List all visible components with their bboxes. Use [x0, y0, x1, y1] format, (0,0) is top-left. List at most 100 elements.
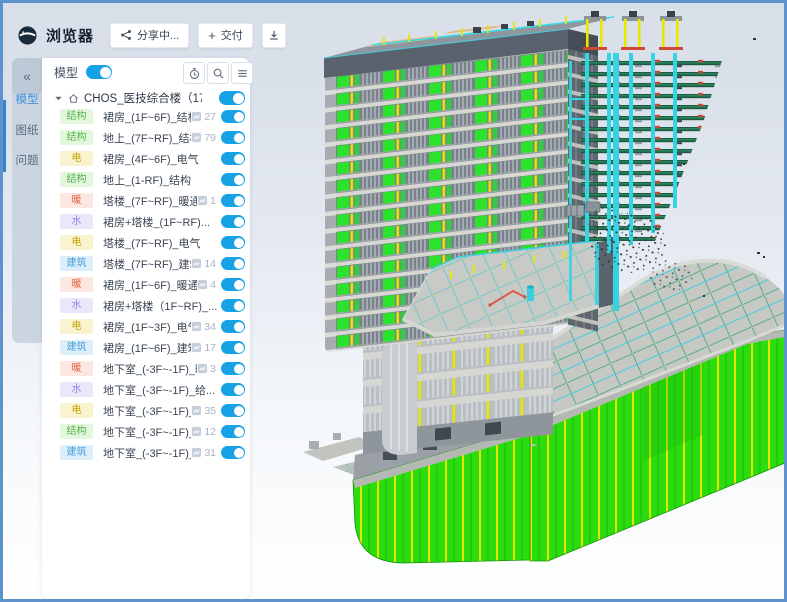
- drawing-icon: [191, 321, 202, 332]
- discipline-tag: 建筑: [60, 340, 93, 355]
- drawing-count-badge: 4: [197, 279, 216, 291]
- drawing-icon: [191, 426, 202, 437]
- model-name: 裙房_(1F~3F)_电气: [103, 319, 191, 335]
- visibility-toggle[interactable]: [221, 425, 245, 438]
- drawing-count-badge: 3: [197, 363, 216, 375]
- tab-model[interactable]: 模型: [12, 93, 42, 107]
- visibility-toggle[interactable]: [221, 299, 245, 312]
- visibility-toggle[interactable]: [221, 173, 245, 186]
- model-list-item[interactable]: 电地下室_(-3F~-1F)_电气35: [42, 400, 250, 421]
- visibility-toggle[interactable]: [221, 194, 245, 207]
- drawing-count-badge: 27: [191, 111, 216, 123]
- model-list-item[interactable]: 结构地上_(1-RF)_结构: [42, 169, 250, 190]
- drawing-count-badge: 12: [191, 426, 216, 438]
- drawing-icon: [191, 132, 202, 143]
- collapse-panel-button[interactable]: «: [12, 58, 42, 94]
- models-master-toggle[interactable]: [86, 65, 112, 79]
- discipline-tag: 建筑: [60, 256, 93, 271]
- model-list-item[interactable]: 暖裙房_(1F~6F)_暖通4: [42, 274, 250, 295]
- tab-drawings[interactable]: 图纸: [12, 124, 42, 138]
- visibility-toggle[interactable]: [221, 152, 245, 165]
- visibility-toggle[interactable]: [221, 320, 245, 333]
- tab-issues[interactable]: 问题: [12, 154, 42, 168]
- drawing-count-badge: 31: [191, 447, 216, 459]
- drawing-count-badge: 1: [197, 195, 216, 207]
- model-list-item[interactable]: 结构地上_(7F~RF)_结构...79: [42, 127, 250, 148]
- drawing-count-badge: 14: [191, 258, 216, 270]
- model-list-item[interactable]: 电裙房_(4F~6F)_电气: [42, 148, 250, 169]
- home-icon: [67, 92, 80, 105]
- discipline-tag: 结构: [60, 109, 93, 124]
- model-name: 裙房_(4F~6F)_电气: [103, 151, 221, 167]
- model-name: 塔楼_(7F~RF)_建筑: [103, 256, 191, 272]
- download-icon: [268, 29, 280, 41]
- left-tab-strip: « 模型 图纸 问题: [12, 58, 42, 343]
- plus-icon: +: [208, 29, 216, 42]
- deliver-button[interactable]: + 交付: [198, 23, 253, 48]
- drawing-icon: [191, 258, 202, 269]
- discipline-tag: 暖: [60, 193, 93, 208]
- model-name: 裙房+塔楼_(1F~RF)...: [103, 214, 221, 230]
- discipline-tag: 电: [60, 319, 93, 334]
- history-button[interactable]: [183, 62, 205, 84]
- page-title: 浏览器: [46, 25, 94, 46]
- drawing-icon: [197, 363, 208, 374]
- download-button[interactable]: [262, 23, 286, 48]
- drawing-icon: [191, 447, 202, 458]
- model-list-item[interactable]: 水裙房+塔楼_(1F~RF)...: [42, 211, 250, 232]
- model-list-item[interactable]: 电裙房_(1F~3F)_电气34: [42, 316, 250, 337]
- model-list-item[interactable]: 电塔楼_(7F~RF)_电气: [42, 232, 250, 253]
- discipline-tag: 暖: [60, 361, 93, 376]
- root-model-name: CHOS_医技综合楼（17...: [84, 90, 202, 106]
- visibility-toggle[interactable]: [221, 257, 245, 270]
- list-menu-button[interactable]: [231, 62, 253, 84]
- model-list-item[interactable]: 建筑塔楼_(7F~RF)_建筑14: [42, 253, 250, 274]
- model-list-item[interactable]: 结构地下室_(-3F~-1F)_结构12: [42, 421, 250, 442]
- visibility-toggle[interactable]: [221, 278, 245, 291]
- discipline-tag: 建筑: [60, 445, 93, 460]
- model-name: 裙房_(1F~6F)_结构...: [103, 109, 191, 125]
- history-icon: [188, 67, 201, 80]
- discipline-tag: 水: [60, 382, 93, 397]
- model-tree-root[interactable]: CHOS_医技综合楼（17...: [42, 88, 250, 108]
- model-name: 地下室_(-3F~-1F)_给...: [103, 382, 221, 398]
- model-list-item[interactable]: 水地下室_(-3F~-1F)_给...: [42, 379, 250, 400]
- model-list-item[interactable]: 结构裙房_(1F~6F)_结构...27: [42, 106, 250, 127]
- visibility-toggle[interactable]: [221, 110, 245, 123]
- visibility-toggle[interactable]: [221, 362, 245, 375]
- discipline-tag: 结构: [60, 424, 93, 439]
- visibility-toggle[interactable]: [221, 404, 245, 417]
- drawing-icon: [191, 342, 202, 353]
- app-window: 浏览器 分享中... + 交付 « 模型 图纸 问题 模型: [0, 0, 787, 602]
- model-name: 裙房_(1F~6F)_暖通: [103, 277, 197, 293]
- visibility-toggle[interactable]: [221, 215, 245, 228]
- discipline-tag: 电: [60, 151, 93, 166]
- discipline-tag: 结构: [60, 130, 93, 145]
- caret-down-icon[interactable]: [54, 94, 63, 103]
- visibility-toggle[interactable]: [221, 131, 245, 144]
- search-button[interactable]: [207, 62, 229, 84]
- model-list-item[interactable]: 水裙房+塔楼（1F~RF)_...: [42, 295, 250, 316]
- model-list-item[interactable]: 暖塔楼_(7F~RF)_暖通1: [42, 190, 250, 211]
- model-list-item[interactable]: 建筑裙房_(1F~6F)_建筑17: [42, 337, 250, 358]
- model-name: 裙房+塔楼（1F~RF)_...: [103, 298, 221, 314]
- visibility-toggle[interactable]: [221, 383, 245, 396]
- model-3d-canvas[interactable]: [248, 3, 787, 602]
- drawing-icon: [197, 195, 208, 206]
- share-button[interactable]: 分享中...: [110, 23, 189, 48]
- drawing-icon: [191, 111, 202, 122]
- visibility-toggle[interactable]: [221, 341, 245, 354]
- model-list-item[interactable]: 建筑地下室_(-3F~-1F)_建筑31: [42, 442, 250, 463]
- left-edge-accent: [3, 100, 6, 172]
- visibility-toggle[interactable]: [221, 236, 245, 249]
- root-visibility-toggle[interactable]: [219, 91, 245, 105]
- model-name: 地下室_(-3F~-1F)_暖通: [103, 361, 197, 377]
- discipline-tag: 暖: [60, 277, 93, 292]
- panel-header: 模型: [42, 58, 250, 86]
- model-panel: 模型: [42, 58, 250, 599]
- visibility-toggle[interactable]: [221, 446, 245, 459]
- model-name: 地下室_(-3F~-1F)_电气: [103, 403, 191, 419]
- model-list-item[interactable]: 暖地下室_(-3F~-1F)_暖通3: [42, 358, 250, 379]
- model-name: 塔楼_(7F~RF)_电气: [103, 235, 221, 251]
- model-name: 裙房_(1F~6F)_建筑: [103, 340, 191, 356]
